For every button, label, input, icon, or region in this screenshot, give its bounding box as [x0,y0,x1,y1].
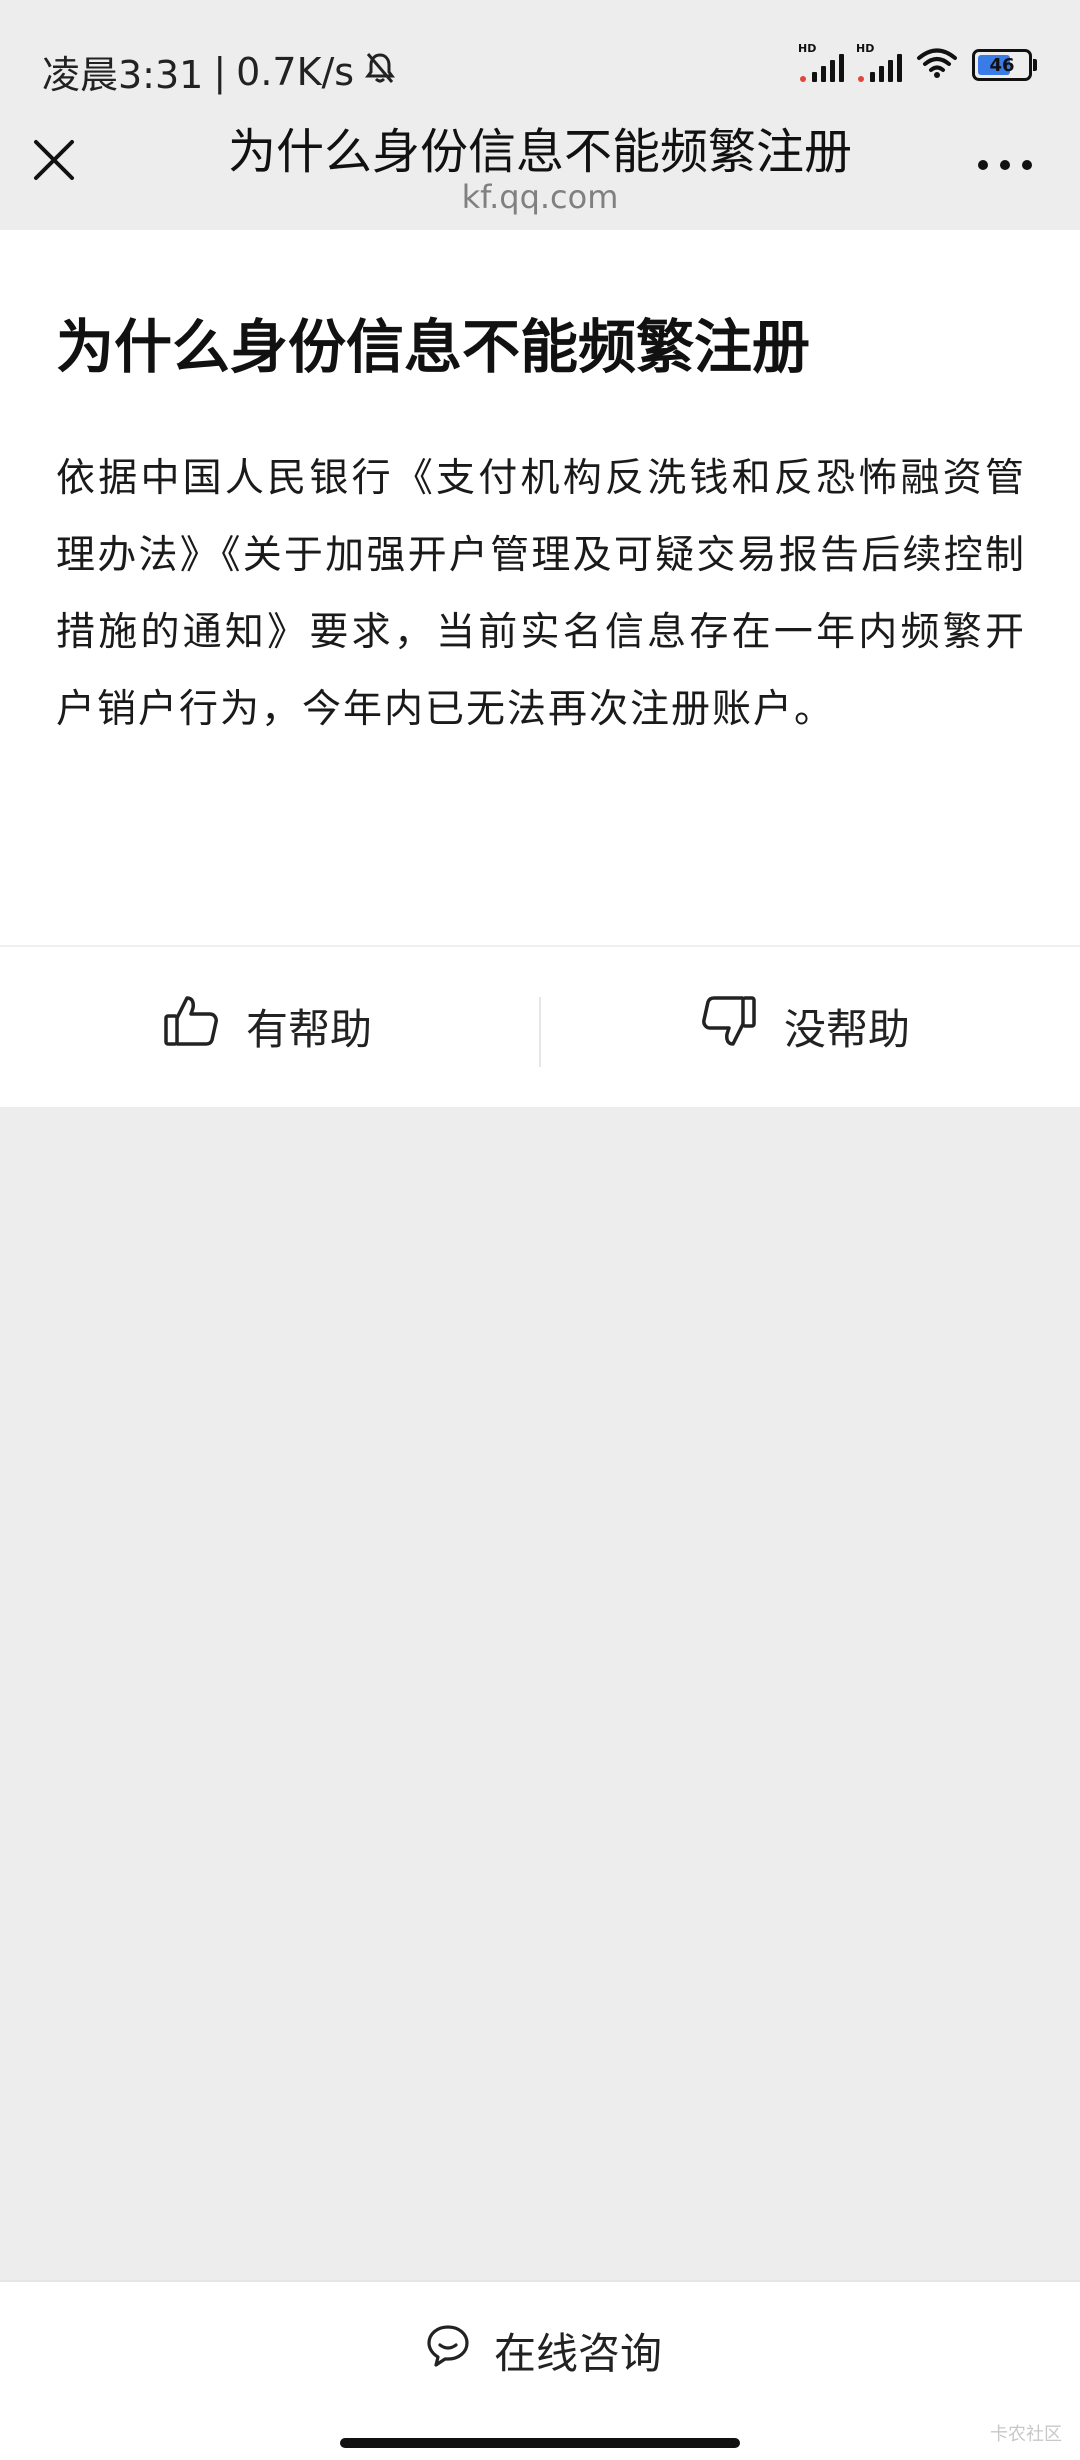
screen: 凌晨3:31 | 0.7K/s HD HD 46 为什么身份信息不能频繁注册 k… [0,0,1080,2460]
thumbs-down-icon [700,992,758,1060]
feedback-bar: 有帮助 没帮助 [0,945,1080,1107]
article-title: 为什么身份信息不能频繁注册 [56,313,811,381]
more-icon[interactable] [978,160,1032,170]
chat-bubble-icon [424,2322,472,2380]
thumbs-up-icon [162,992,220,1060]
online-consult-button[interactable]: 在线咨询 [424,2320,662,2381]
nav-title: 为什么身份信息不能频繁注册 [227,124,852,180]
watermark: 卡农社区 [990,2424,1062,2445]
status-right: HD HD 46 [798,42,1037,84]
nav-subtitle: kf.qq.com [461,178,619,216]
network-speed: 0.7K/s [236,49,355,94]
home-indicator[interactable] [340,2438,740,2448]
battery-level: 46 [989,54,1015,76]
helpful-button[interactable]: 有帮助 [162,992,372,1060]
article-body: 依据中国人民银行《支付机构反洗钱和反恐怖融资管理办法》《关于加强开户管理及可疑交… [56,456,1026,732]
sim1-label: HD [798,42,817,55]
signal-sim2-icon: HD [856,42,902,82]
status-left: 凌晨3:31 | 0.7K/s [42,44,396,99]
not-helpful-label: 没帮助 [784,1004,911,1054]
wifi-icon [916,46,958,84]
close-icon[interactable] [26,132,82,188]
battery-icon: 46 [972,49,1037,81]
helpful-label: 有帮助 [246,1004,373,1054]
online-consult-label: 在线咨询 [494,2329,663,2378]
feedback-divider [539,997,541,1067]
status-separator: | [213,49,227,94]
sim2-label: HD [856,42,875,55]
signal-sim1-icon: HD [798,42,844,82]
bell-off-icon [364,50,396,94]
consult-bar: 在线咨询 [0,2280,1080,2460]
not-helpful-button[interactable]: 没帮助 [700,992,910,1060]
status-time: 凌晨3:31 [42,53,204,97]
